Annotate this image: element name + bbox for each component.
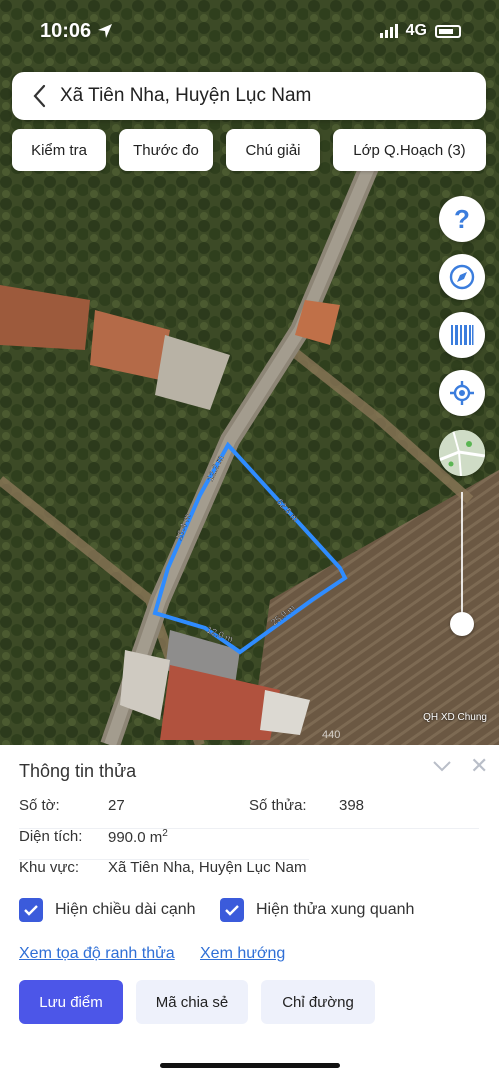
khu-vuc-value: Xã Tiên Nha, Huyện Lục Nam	[108, 859, 307, 876]
location-title: Xã Tiên Nha, Huyện Lục Nam	[60, 85, 312, 106]
battery-icon	[435, 24, 461, 38]
status-bar: 10:06 4G	[0, 0, 499, 62]
satellite-map[interactable]: 12.2 m 16.4 m 62.6 m 25.9 m 12.0 m 10:06…	[0, 0, 499, 745]
close-icon[interactable]: ✕	[470, 755, 488, 777]
checkbox-checked-icon[interactable]	[220, 898, 244, 922]
row-so-to-so-thua: Số tờ: 27 Số thửa: 398	[19, 797, 479, 829]
directions-button[interactable]: Chỉ đường	[261, 980, 375, 1024]
share-code-button[interactable]: Mã chia sẻ	[136, 980, 248, 1024]
locate-button[interactable]	[439, 370, 485, 416]
chevron-left-icon[interactable]	[26, 83, 52, 109]
map-layer-button[interactable]	[439, 430, 485, 476]
network-label: 4G	[405, 22, 427, 39]
locate-icon	[450, 381, 474, 405]
location-arrow-icon	[98, 24, 113, 38]
khu-vuc-label: Khu vực:	[19, 859, 80, 876]
location-header[interactable]: Xã Tiên Nha, Huyện Lục Nam	[12, 72, 486, 120]
area-unit-superscript: 2	[162, 828, 168, 839]
dien-tich-label: Diện tích:	[19, 828, 83, 845]
chip-kiem-tra[interactable]: Kiểm tra	[12, 129, 106, 171]
view-boundary-coordinates-link[interactable]: Xem tọa độ ranh thửa	[19, 945, 175, 963]
barcode-button[interactable]	[439, 312, 485, 358]
row-dien-tich: Diện tích: 990.0 m2	[19, 828, 479, 860]
save-point-button[interactable]: Lưu điểm	[19, 980, 123, 1024]
barcode-icon	[451, 325, 474, 345]
view-direction-link[interactable]: Xem hướng	[200, 945, 285, 963]
chevron-down-icon[interactable]	[431, 757, 453, 775]
checkbox-surrounding-parcels[interactable]: Hiện thửa xung quanh	[220, 897, 414, 923]
chip-chu-giai[interactable]: Chú giải	[226, 129, 320, 171]
map-credit: QH XD Chung	[423, 712, 487, 723]
so-to-label: Số tờ:	[19, 797, 60, 814]
parcel-number-label: 440	[322, 729, 341, 741]
home-indicator	[160, 1063, 340, 1068]
zoom-slider-handle[interactable]	[450, 612, 474, 636]
so-to-value: 27	[108, 797, 125, 814]
so-thua-value: 398	[339, 797, 365, 814]
dien-tich-value: 990.0 m2	[108, 828, 168, 846]
zoom-slider-track[interactable]	[461, 492, 463, 624]
chip-lop-quy-hoach[interactable]: Lớp Q.Hoạch (3)	[333, 129, 486, 171]
help-button[interactable]: ?	[439, 196, 485, 242]
checkbox-edge-length[interactable]: Hiện chiều dài cạnh	[19, 897, 196, 923]
so-thua-label: Số thửa:	[249, 797, 307, 814]
row-khu-vuc: Khu vực: Xã Tiên Nha, Huyện Lục Nam	[19, 859, 479, 887]
checkbox-surrounding-parcels-label: Hiện thửa xung quanh	[256, 901, 415, 918]
status-time: 10:06	[40, 19, 92, 42]
sheet-title: Thông tin thửa	[19, 761, 137, 781]
checkbox-edge-length-label: Hiện chiều dài cạnh	[55, 901, 196, 918]
map-layer-thumbnail-icon	[439, 430, 485, 476]
parcel-info-sheet: Thông tin thửa ✕ Số tờ: 27 Số thửa: 398 …	[0, 745, 499, 1080]
compass-button[interactable]	[439, 254, 485, 300]
checkbox-checked-icon[interactable]	[19, 898, 43, 922]
chip-thuoc-do[interactable]: Thước đo	[119, 129, 213, 171]
help-icon: ?	[454, 203, 470, 234]
signal-icon	[379, 24, 398, 38]
compass-icon	[449, 264, 475, 290]
